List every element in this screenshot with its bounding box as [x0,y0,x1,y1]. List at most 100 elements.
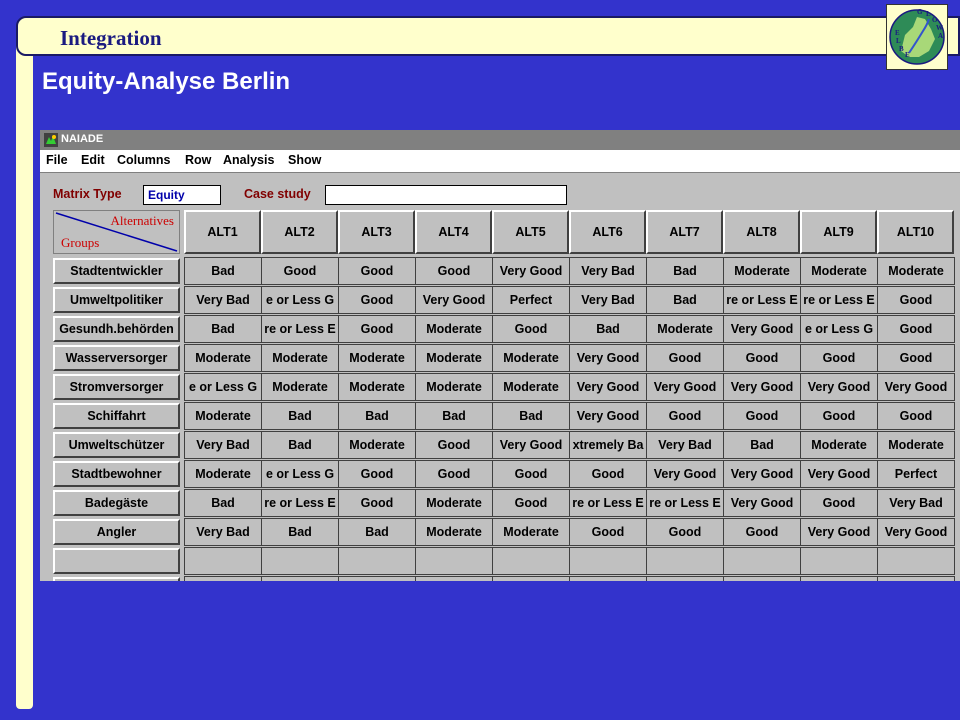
matrix-cell[interactable]: Moderate [415,315,493,343]
matrix-cell[interactable]: Very Good [569,402,647,430]
matrix-cell[interactable]: Moderate [261,373,339,401]
matrix-cell[interactable]: re or Less E [569,489,647,517]
matrix-cell[interactable]: Very Good [723,373,801,401]
matrix-cell[interactable] [877,547,955,575]
matrix-cell[interactable]: Moderate [492,344,570,372]
matrix-cell[interactable]: re or Less E [261,315,339,343]
matrix-cell[interactable]: Very Bad [569,286,647,314]
matrix-cell[interactable] [877,576,955,581]
matrix-cell[interactable] [492,547,570,575]
matrix-cell[interactable]: Good [415,431,493,459]
matrix-cell[interactable]: Good [338,257,416,285]
matrix-cell[interactable]: Moderate [492,518,570,546]
row-header-button[interactable]: Stadtentwickler [53,258,180,284]
matrix-cell[interactable]: Moderate [415,373,493,401]
matrix-cell[interactable]: Very Good [877,518,955,546]
matrix-cell[interactable]: Moderate [877,257,955,285]
matrix-cell[interactable]: Bad [338,518,416,546]
matrix-cell[interactable]: Moderate [184,460,262,488]
matrix-cell[interactable] [184,547,262,575]
matrix-cell[interactable] [261,576,339,581]
matrix-cell[interactable]: Good [877,286,955,314]
matrix-cell[interactable] [415,547,493,575]
matrix-cell[interactable]: Good [877,402,955,430]
matrix-cell[interactable]: Bad [492,402,570,430]
matrix-cell[interactable]: Bad [261,402,339,430]
matrix-cell[interactable]: Moderate [338,344,416,372]
matrix-cell[interactable]: Good [646,402,724,430]
matrix-cell[interactable]: Moderate [646,315,724,343]
matrix-cell[interactable]: Moderate [184,402,262,430]
matrix-cell[interactable]: Good [646,518,724,546]
matrix-cell[interactable]: e or Less G [800,315,878,343]
matrix-cell[interactable]: re or Less E [723,286,801,314]
matrix-cell[interactable]: Very Good [800,373,878,401]
matrix-cell[interactable]: Very Bad [646,431,724,459]
matrix-cell[interactable]: Perfect [492,286,570,314]
matrix-cell[interactable]: Very Bad [877,489,955,517]
column-header[interactable]: ALT6 [569,210,646,254]
matrix-cell[interactable]: Very Bad [184,286,262,314]
matrix-cell[interactable]: Good [800,402,878,430]
matrix-cell[interactable]: Bad [569,315,647,343]
matrix-cell[interactable] [338,547,416,575]
window-titlebar[interactable]: NAIADE [40,130,960,150]
matrix-cell[interactable] [338,576,416,581]
column-header[interactable]: ALT1 [184,210,261,254]
matrix-cell[interactable]: xtremely Ba [569,431,647,459]
matrix-cell[interactable]: Good [877,315,955,343]
menu-columns[interactable]: Columns [117,153,170,167]
matrix-cell[interactable] [492,576,570,581]
matrix-cell[interactable]: Good [723,402,801,430]
matrix-cell[interactable]: Very Good [492,257,570,285]
matrix-cell[interactable]: Bad [415,402,493,430]
row-header-button[interactable]: Umweltschützer [53,432,180,458]
matrix-cell[interactable]: Very Bad [184,431,262,459]
row-header-button[interactable] [53,577,180,581]
matrix-cell[interactable]: Good [723,344,801,372]
matrix-cell[interactable]: Very Good [800,460,878,488]
matrix-cell[interactable]: Moderate [415,344,493,372]
matrix-cell[interactable]: e or Less G [184,373,262,401]
matrix-cell[interactable] [184,576,262,581]
matrix-cell[interactable]: Good [415,257,493,285]
matrix-cell[interactable]: Very Good [569,373,647,401]
row-header-button[interactable]: Angler [53,519,180,545]
matrix-cell[interactable]: Good [723,518,801,546]
column-header[interactable]: ALT8 [723,210,800,254]
row-header-button[interactable]: Badegäste [53,490,180,516]
row-header-button[interactable]: Schiffahrt [53,403,180,429]
matrix-cell[interactable]: Bad [261,518,339,546]
matrix-cell[interactable]: Very Good [569,344,647,372]
matrix-cell[interactable]: Very Good [877,373,955,401]
matrix-cell[interactable]: Bad [646,286,724,314]
matrix-cell[interactable]: Very Good [646,460,724,488]
matrix-cell[interactable]: Moderate [184,344,262,372]
menu-edit[interactable]: Edit [81,153,105,167]
column-header[interactable]: ALT5 [492,210,569,254]
row-header-button[interactable]: Stromversorger [53,374,180,400]
matrix-type-field[interactable]: Equity [143,185,221,205]
matrix-cell[interactable]: Good [492,489,570,517]
matrix-cell[interactable] [646,547,724,575]
matrix-cell[interactable]: Moderate [338,431,416,459]
matrix-cell[interactable]: re or Less E [646,489,724,517]
matrix-cell[interactable]: Moderate [415,518,493,546]
column-header[interactable]: ALT7 [646,210,723,254]
matrix-cell[interactable]: Very Good [800,518,878,546]
matrix-cell[interactable]: Good [569,518,647,546]
menu-show[interactable]: Show [288,153,321,167]
matrix-cell[interactable]: Bad [338,402,416,430]
row-header-button[interactable]: Umweltpolitiker [53,287,180,313]
matrix-cell[interactable]: Moderate [800,431,878,459]
matrix-cell[interactable]: Bad [261,431,339,459]
matrix-cell[interactable] [261,547,339,575]
matrix-cell[interactable]: Good [569,460,647,488]
matrix-cell[interactable]: Good [338,315,416,343]
menu-file[interactable]: File [46,153,68,167]
matrix-cell[interactable]: Moderate [261,344,339,372]
matrix-cell[interactable]: Bad [184,315,262,343]
matrix-cell[interactable]: Good [338,460,416,488]
matrix-cell[interactable]: Very Good [723,460,801,488]
matrix-cell[interactable] [569,547,647,575]
